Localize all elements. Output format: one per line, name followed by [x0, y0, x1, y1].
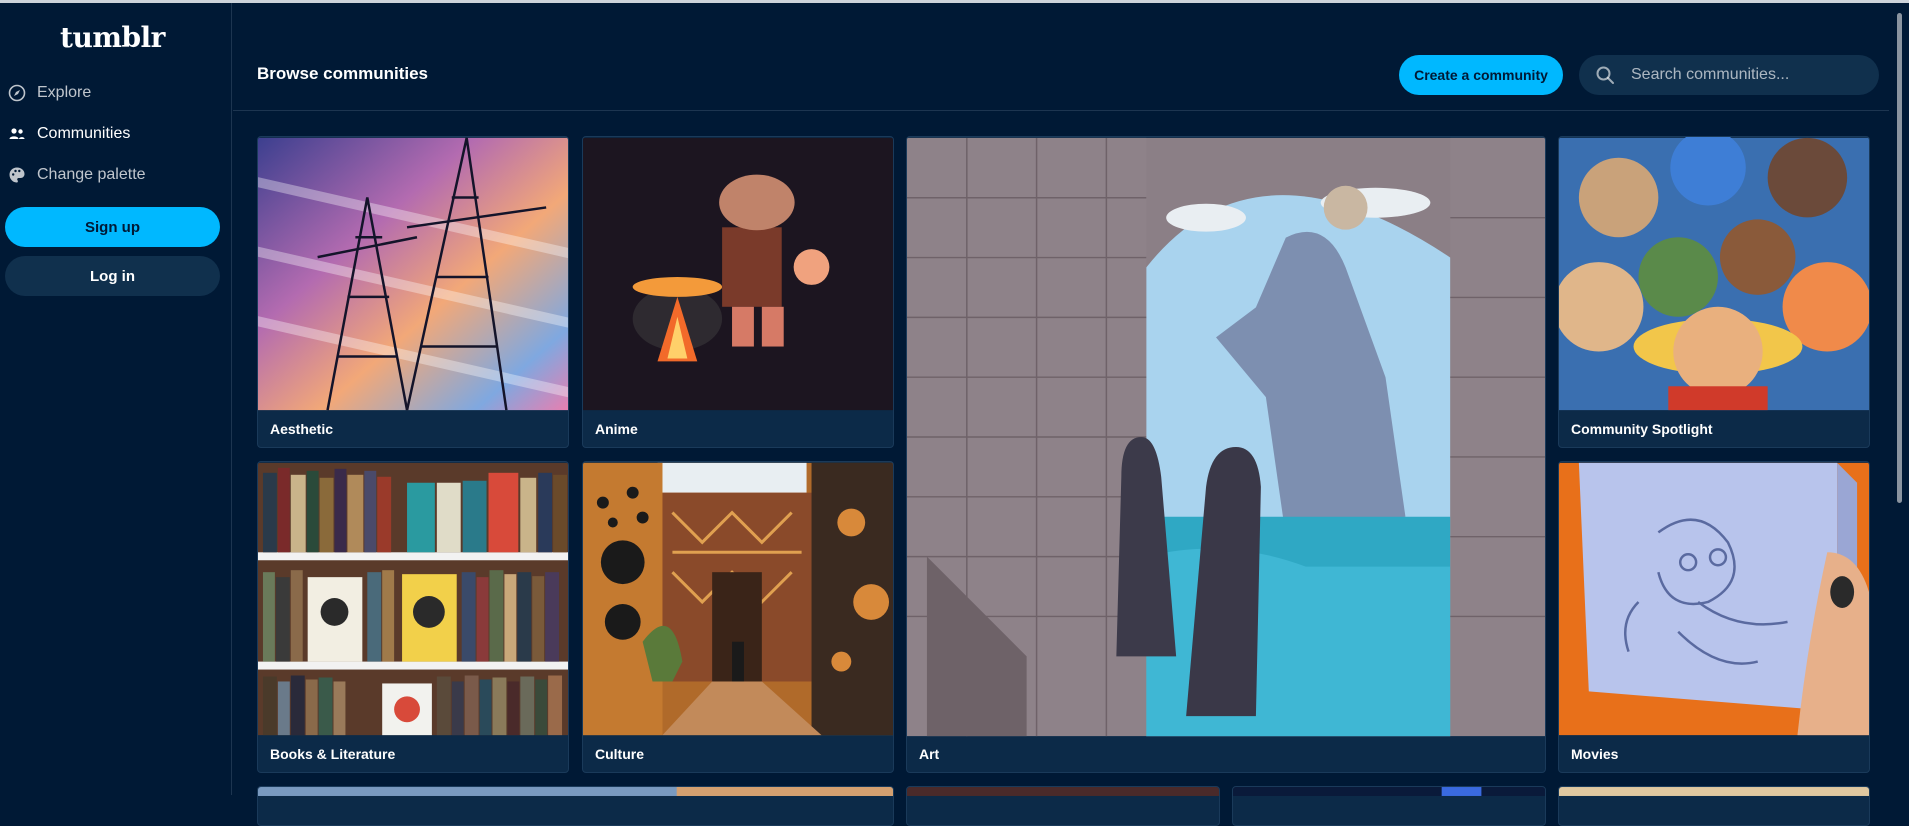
- community-card-anime[interactable]: Anime: [582, 136, 894, 448]
- community-label: Art: [919, 746, 940, 762]
- sidebar-item-label: Explore: [37, 84, 92, 101]
- community-card-partial[interactable]: [257, 786, 894, 826]
- scrollbar-thumb[interactable]: [1897, 13, 1902, 503]
- community-card-partial[interactable]: [1558, 786, 1870, 826]
- sidebar-item-change-palette[interactable]: Change palette: [8, 161, 223, 189]
- log-in-button[interactable]: Log in: [5, 256, 220, 296]
- culture-image: [583, 462, 893, 736]
- community-card-aesthetic[interactable]: Aesthetic: [257, 136, 569, 448]
- sidebar-item-label: Change palette: [37, 166, 146, 183]
- page-title: Browse communities: [257, 64, 428, 83]
- sign-up-button[interactable]: Sign up: [5, 207, 220, 247]
- people-icon: [8, 125, 26, 143]
- community-spotlight-image: [1559, 137, 1869, 411]
- anime-image: [583, 137, 893, 411]
- create-community-button[interactable]: Create a community: [1399, 55, 1563, 95]
- books-literature-image: [258, 462, 568, 736]
- community-label: Anime: [595, 421, 638, 437]
- community-card-community-spotlight[interactable]: Community Spotlight: [1558, 136, 1870, 448]
- community-card-art[interactable]: Art: [906, 136, 1546, 773]
- community-card-partial[interactable]: [906, 786, 1220, 826]
- art-image: [907, 137, 1545, 737]
- community-label: Aesthetic: [270, 421, 334, 437]
- page-header: Browse communities Create a community: [233, 3, 1889, 111]
- community-label: Movies: [1571, 746, 1619, 762]
- community-card-books-literature[interactable]: Books & Literature: [257, 461, 569, 773]
- palette-icon: [8, 166, 26, 184]
- compass-icon: [8, 84, 26, 102]
- search-icon: [1595, 65, 1615, 85]
- community-label: Culture: [595, 746, 644, 762]
- sidebar: tumblr Explore Communities Change palett…: [0, 3, 232, 795]
- tumblr-logo[interactable]: tumblr: [0, 21, 225, 54]
- movies-image: [1559, 462, 1869, 736]
- search-input[interactable]: [1629, 65, 1859, 85]
- scrollbar[interactable]: [1889, 3, 1909, 795]
- sidebar-item-explore[interactable]: Explore: [8, 79, 223, 107]
- community-card-partial[interactable]: [1232, 786, 1546, 826]
- community-label: Community Spotlight: [1571, 421, 1713, 437]
- search-box[interactable]: [1579, 55, 1879, 95]
- community-label: Books & Literature: [270, 746, 396, 762]
- sidebar-item-label: Communities: [37, 125, 131, 142]
- aesthetic-image: [258, 137, 568, 411]
- sidebar-item-communities[interactable]: Communities: [8, 120, 223, 148]
- community-card-culture[interactable]: Culture: [582, 461, 894, 773]
- community-card-movies[interactable]: Movies: [1558, 461, 1870, 773]
